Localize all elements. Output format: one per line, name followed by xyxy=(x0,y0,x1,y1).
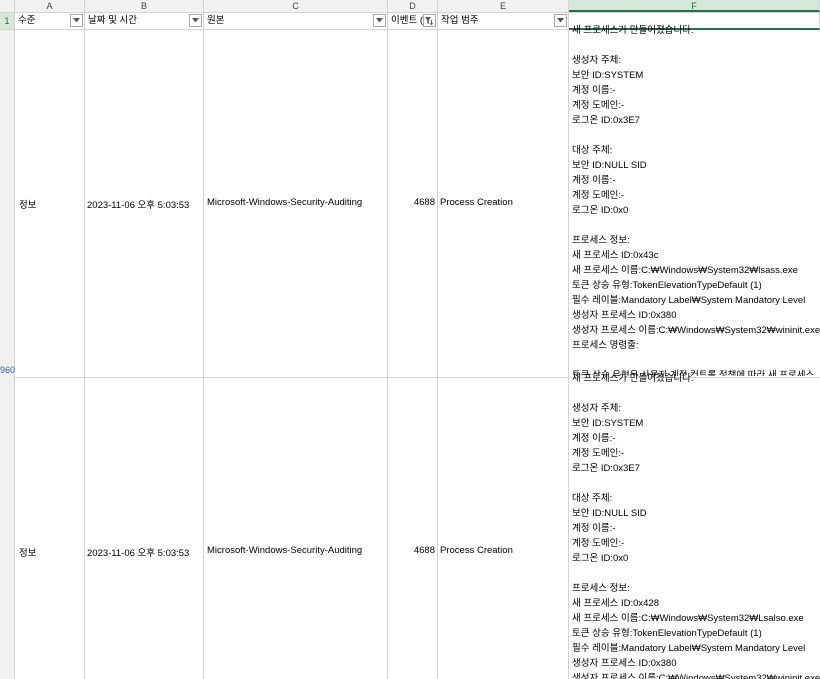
message-line: 로그온 ID:0x3E7 xyxy=(572,115,640,126)
row-header-1[interactable]: 1 xyxy=(0,13,15,30)
grid-line xyxy=(568,30,569,679)
message-line: 토큰 상승 유형:TokenElevationTypeDefault (1) xyxy=(572,628,762,639)
message-line: 계정 이름:- xyxy=(572,85,616,96)
spreadsheet: A B C D E F 1 960 수준 날짜 및 시간 원본 이벤트 (. 작… xyxy=(0,0,820,679)
message-line: 계정 이름:- xyxy=(572,523,616,534)
message-line xyxy=(572,353,820,368)
cell-event-id[interactable]: 4688 xyxy=(390,197,435,208)
message-line: 새 프로세스 이름:C:₩Windows₩System32₩lsass.exe xyxy=(572,265,798,276)
row-header-column xyxy=(0,30,15,679)
message-line xyxy=(572,128,820,143)
cell-datetime[interactable]: 2023-11-06 오후 5:03:53 xyxy=(87,197,189,211)
message-line: 프로세스 명령줄: xyxy=(572,340,639,351)
message-line: 계정 도메인:- xyxy=(572,190,625,201)
grid-line xyxy=(437,30,438,679)
message-line: 생성자 주체: xyxy=(572,403,621,414)
column-header-bar: A B C D E F xyxy=(0,0,820,13)
row-header-partial[interactable]: 960 xyxy=(0,365,15,375)
select-all-corner[interactable] xyxy=(0,0,15,12)
filter-dropdown-icon[interactable] xyxy=(70,14,83,27)
cell-message[interactable]: 새 프로세스가 만들어졌습니다. 생성자 주체: 보안 ID:SYSTEM 계정 이름… xyxy=(572,371,820,679)
header-source-label: 원본 xyxy=(207,15,225,26)
column-header-d[interactable]: D xyxy=(388,0,438,12)
filter-dropdown-icon[interactable] xyxy=(189,14,202,27)
filter-dropdown-icon[interactable] xyxy=(373,14,386,27)
message-line: 계정 도메인:- xyxy=(572,448,625,459)
column-header-f[interactable]: F xyxy=(569,0,820,12)
grid-line xyxy=(387,30,388,679)
header-task-category-label: 작업 범주 xyxy=(441,15,479,26)
message-line: 새 프로세스 이름:C:₩Windows₩System32₩Lsalso.exe xyxy=(572,613,804,624)
message-line: 계정 도메인:- xyxy=(572,538,625,549)
cell-level[interactable]: 정보 xyxy=(19,197,36,211)
header-cell-event-id[interactable]: 이벤트 (. xyxy=(388,13,438,30)
column-header-a[interactable]: A xyxy=(15,0,85,12)
message-line: 새 프로세스 ID:0x428 xyxy=(572,598,660,609)
filter-active-icon[interactable] xyxy=(423,14,436,27)
column-header-e[interactable]: E xyxy=(438,0,569,12)
message-line: 생성자 프로세스 이름:C:₩Windows₩System32₩wininit.… xyxy=(572,325,820,336)
message-line: 프로세스 정보: xyxy=(572,583,630,594)
message-line: 보안 ID:SYSTEM xyxy=(572,418,644,429)
message-line: 프로세스 정보: xyxy=(572,235,630,246)
cell-source[interactable]: Microsoft-Windows-Security-Auditing xyxy=(207,197,362,208)
message-line: 새 프로세스가 만들어졌습니다. xyxy=(572,25,694,36)
header-cell-task-category[interactable]: 작업 범주 xyxy=(438,13,569,30)
message-line: 대상 주체: xyxy=(572,145,613,156)
message-line: 필수 레이블:Mandatory Label₩System Mandatory … xyxy=(572,295,806,306)
message-line: 필수 레이블:Mandatory Label₩System Mandatory … xyxy=(572,643,806,654)
message-line: 생성자 프로세스 이름:C:₩Windows₩System32₩wininit.… xyxy=(572,673,820,679)
cell-task-category[interactable]: Process Creation xyxy=(440,545,513,556)
header-datetime-label: 날짜 및 시간 xyxy=(88,15,137,26)
column-header-c[interactable]: C xyxy=(204,0,388,12)
cell-level[interactable]: 정보 xyxy=(19,545,36,559)
message-line: 새 프로세스가 만들어졌습니다. xyxy=(572,373,694,384)
message-line xyxy=(572,38,820,53)
message-line: 로그온 ID:0x0 xyxy=(572,553,629,564)
message-line: 보안 ID:NULL SID xyxy=(572,160,647,171)
message-line: 생성자 주체: xyxy=(572,55,621,66)
cell-source[interactable]: Microsoft-Windows-Security-Auditing xyxy=(207,545,362,556)
grid-line xyxy=(84,30,85,679)
message-line: 대상 주체: xyxy=(572,493,613,504)
message-line: 생성자 프로세스 ID:0x380 xyxy=(572,310,677,321)
message-line: 토큰 상승 유형:TokenElevationTypeDefault (1) xyxy=(572,280,762,291)
message-line: 새 프로세스 ID:0x43c xyxy=(572,250,659,261)
cell-task-category[interactable]: Process Creation xyxy=(440,197,513,208)
message-line xyxy=(572,566,820,581)
cell-event-id[interactable]: 4688 xyxy=(390,545,435,556)
message-line: 계정 이름:- xyxy=(572,433,616,444)
message-line xyxy=(572,218,820,233)
message-line: 생성자 프로세스 ID:0x380 xyxy=(572,658,677,669)
grid-line xyxy=(203,30,204,679)
header-event-id-label: 이벤트 (. xyxy=(391,15,426,26)
header-level-label: 수준 xyxy=(18,15,36,26)
cell-message[interactable]: 새 프로세스가 만들어졌습니다. 생성자 주체: 보안 ID:SYSTEM 계정 이름… xyxy=(572,23,820,376)
message-line: 보안 ID:SYSTEM xyxy=(572,70,644,81)
message-line xyxy=(572,476,820,491)
filter-dropdown-icon[interactable] xyxy=(554,14,567,27)
message-line: 로그온 ID:0x0 xyxy=(572,205,629,216)
message-line: 보안 ID:NULL SID xyxy=(572,508,647,519)
message-line: 계정 이름:- xyxy=(572,175,616,186)
header-cell-source[interactable]: 원본 xyxy=(204,13,388,30)
cell-datetime[interactable]: 2023-11-06 오후 5:03:53 xyxy=(87,545,189,559)
header-cell-datetime[interactable]: 날짜 및 시간 xyxy=(85,13,204,30)
message-line: 계정 도메인:- xyxy=(572,100,625,111)
message-line xyxy=(572,386,820,401)
header-cell-level[interactable]: 수준 xyxy=(15,13,85,30)
column-header-b[interactable]: B xyxy=(85,0,204,12)
message-line: 로그온 ID:0x3E7 xyxy=(572,463,640,474)
